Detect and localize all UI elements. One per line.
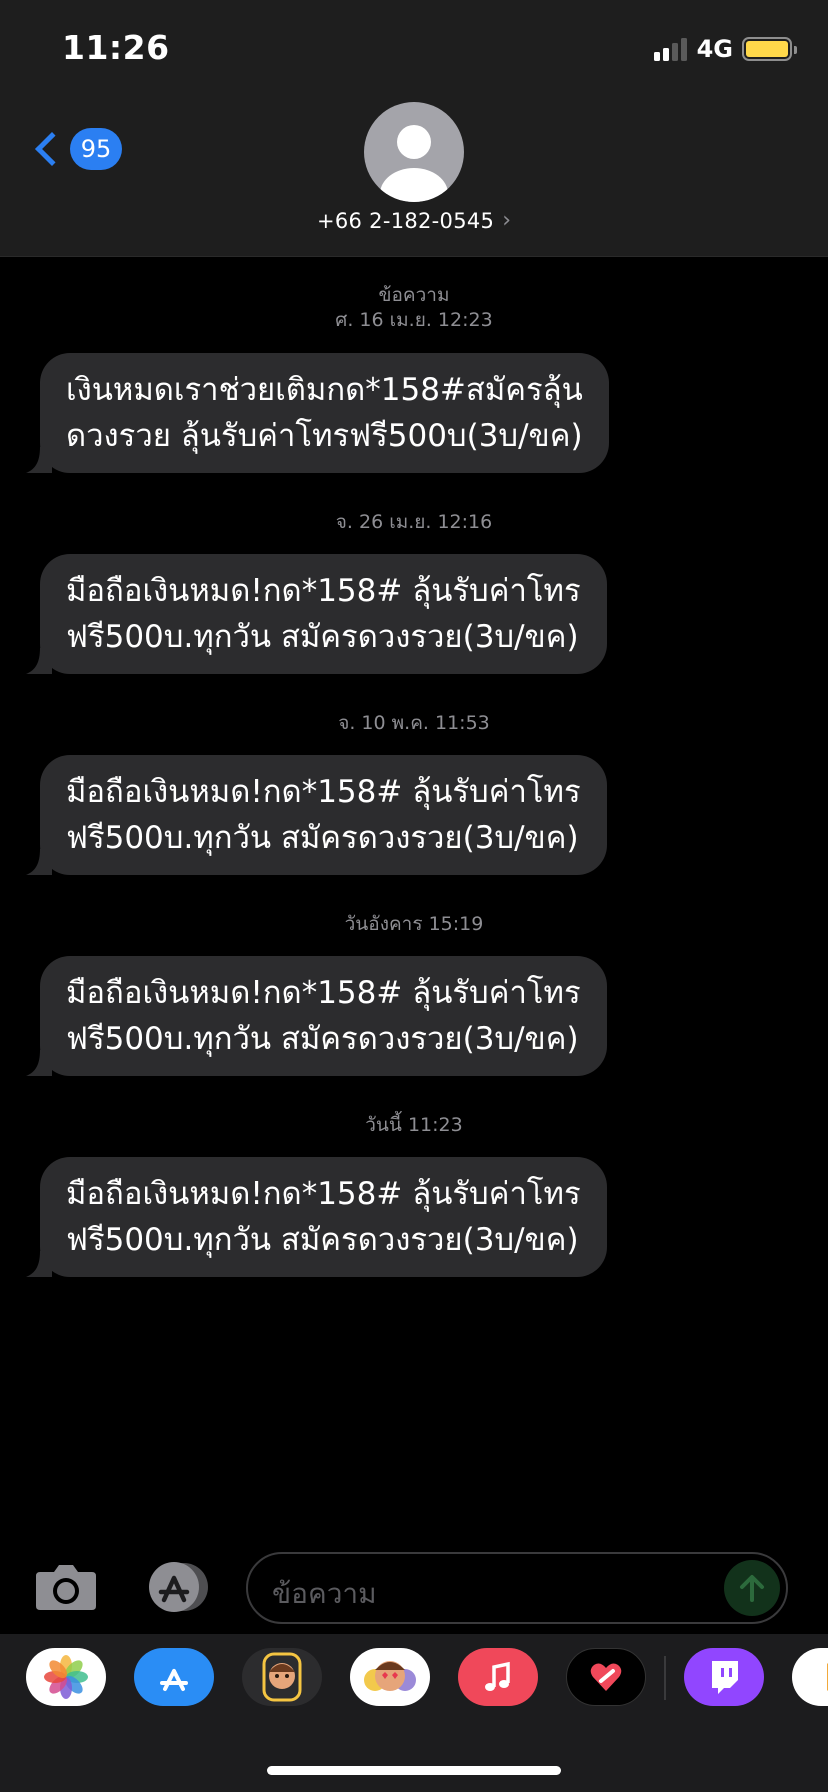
battery-icon [742,37,797,61]
bubble-tail [26,447,52,473]
contact-avatar[interactable] [364,102,464,202]
bubble-tail [26,648,52,674]
twitch-app-icon[interactable] [684,1648,764,1706]
message-line: ฟรี500บ.ทุกวัน สมัครดวงรวย(3บ/ขค) [66,1222,579,1258]
thread-label: ข้อความ [378,284,450,306]
unread-count-badge: 95 [70,128,122,170]
contact-details-button[interactable]: +66 2-182-0545 › [0,208,828,233]
app-store-app-icon[interactable] [134,1648,214,1706]
message-input-placeholder: ข้อความ [272,1577,377,1610]
back-button[interactable]: 95 [30,128,122,170]
message-line: มือถือเงินหมด!กด*158# ลุ้นรับค่าโทร [66,573,581,609]
message-input[interactable]: ข้อความ [246,1552,788,1624]
message-line: มือถือเงินหมด!กด*158# ลุ้นรับค่าโทร [66,975,581,1011]
chevron-left-icon [35,132,69,166]
network-type: 4G [696,35,733,63]
app-store-icon [149,1562,208,1612]
message-line: เงินหมดเราช่วยเติมกด*158#สมัครลุ้น [66,372,583,408]
message-line: ฟรี500บ.ทุกวัน สมัครดวงรวย(3บ/ขค) [66,820,579,856]
contact-name: +66 2-182-0545 [316,208,495,233]
message-line: มือถือเงินหมด!กด*158# ลุ้นรับค่าโทร [66,1176,581,1212]
timestamp: ศ. 16 เม.ย. 12:23 [335,309,493,331]
camera-button[interactable] [34,1562,98,1616]
bubble-tail [26,1050,52,1076]
camera-icon [36,1565,96,1610]
app-store-button[interactable] [140,1560,212,1618]
person-icon [380,125,448,202]
message-line: ฟรี500บ.ทุกวัน สมัครดวงรวย(3บ/ขค) [66,619,579,655]
message-bubble[interactable]: มือถือเงินหมด!กด*158# ลุ้นรับค่าโทร ฟรี5… [26,554,607,674]
home-indicator[interactable] [267,1766,561,1775]
bubble-tail [26,849,52,875]
timestamp: วันนี้ 11:23 [365,1114,463,1136]
memoji-stickers-app-icon[interactable] [350,1648,430,1706]
chevron-right-icon: › [502,208,512,233]
status-indicators: 4G [653,35,797,63]
send-arrow-icon [740,1575,764,1602]
message-line: ฟรี500บ.ทุกวัน สมัครดวงรวย(3บ/ขค) [66,1021,579,1057]
timestamp: จ. 10 พ.ค. 11:53 [338,712,490,734]
digital-touch-app-icon[interactable] [566,1648,646,1706]
message-bubble[interactable]: มือถือเงินหมด!กด*158# ลุ้นรับค่าโทร ฟรี5… [26,755,607,875]
partial-app-icon[interactable] [792,1648,828,1706]
message-line: ดวงรวย ลุ้นรับค่าโทรฟรี500บ(3บ/ขค) [66,418,583,454]
send-button[interactable] [724,1560,780,1616]
message-bubble[interactable]: มือถือเงินหมด!กด*158# ลุ้นรับค่าโทร ฟรี5… [26,1157,607,1277]
messages-screen: 11:26 4G 95 +66 2-182-0545 › ข้อความ ศ. … [0,0,828,1792]
timestamp: จ. 26 เม.ย. 12:16 [335,511,493,533]
memoji-app-icon[interactable] [242,1648,322,1706]
message-line: มือถือเงินหมด!กด*158# ลุ้นรับค่าโทร [66,774,581,810]
message-bubble[interactable]: เงินหมดเราช่วยเติมกด*158#สมัครลุ้น ดวงรว… [26,353,609,473]
bubble-tail [26,1251,52,1277]
signal-icon [653,37,687,61]
timestamp: วันอังคาร 15:19 [344,913,484,935]
drawer-divider [664,1656,666,1700]
photos-app-icon[interactable] [26,1648,106,1706]
music-app-icon[interactable] [458,1648,538,1706]
status-time: 11:26 [62,28,170,67]
message-bubble[interactable]: มือถือเงินหมด!กด*158# ลุ้นรับค่าโทร ฟรี5… [26,956,607,1076]
conversation-header: 11:26 4G 95 +66 2-182-0545 › [0,0,828,257]
